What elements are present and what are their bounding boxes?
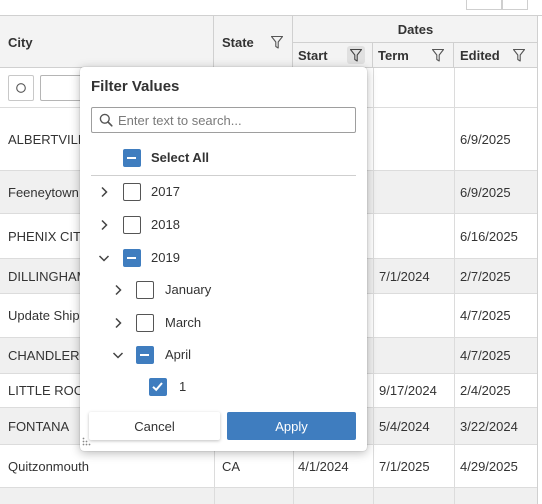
toolbar-strip (0, 0, 542, 16)
column-header-state[interactable]: State (214, 16, 293, 68)
search-icon (99, 113, 113, 130)
apply-button[interactable]: Apply (227, 412, 356, 440)
cell-term (373, 171, 454, 213)
cell-term (373, 108, 454, 170)
column-header-start-label: Start (298, 48, 328, 63)
checkmark-icon (152, 382, 163, 392)
column-header-term[interactable]: Term (373, 43, 454, 68)
cell-state: CA (222, 458, 241, 474)
popup-title: Filter Values (91, 78, 180, 95)
tree-label-january[interactable]: January (165, 282, 211, 297)
search-placeholder: Enter text to search... (118, 112, 242, 128)
tree-checkbox-2017[interactable] (123, 183, 141, 201)
chevron-right-icon[interactable] (97, 185, 111, 199)
chevron-down-icon[interactable] (97, 251, 111, 265)
cell-edited: 4/7/2025 (460, 308, 511, 323)
column-group-header-dates: Dates (293, 16, 538, 43)
tree-checkbox-april[interactable] (136, 346, 154, 364)
table-row[interactable]: Quitzonmouth CA 4/1/2024 7/1/2025 4/29/2… (0, 445, 538, 488)
column-divider (373, 68, 374, 504)
table-row[interactable] (0, 488, 538, 504)
filter-icon-active[interactable] (347, 46, 365, 64)
tree-label-march[interactable]: March (165, 315, 201, 330)
column-header-edited[interactable]: Edited (454, 43, 538, 68)
cell-edited: 2/7/2025 (460, 268, 511, 284)
column-header-city[interactable]: City (0, 16, 214, 68)
chevron-right-icon[interactable] (97, 218, 111, 232)
tree-label-2019[interactable]: 2019 (151, 250, 180, 265)
tree-label-april[interactable]: April (165, 347, 191, 362)
select-all-label[interactable]: Select All (151, 150, 209, 165)
chevron-right-icon[interactable] (111, 283, 125, 297)
cell-city: Quitzonmouth (8, 458, 89, 474)
tree-checkbox-2018[interactable] (123, 216, 141, 234)
tree-label-day-1[interactable]: 1 (179, 379, 186, 394)
select-all-checkbox[interactable] (123, 149, 141, 167)
toolbar-button[interactable] (466, 0, 502, 10)
divider (91, 175, 356, 176)
cancel-button[interactable]: Cancel (89, 412, 220, 440)
column-header-edited-label: Edited (460, 48, 500, 63)
cell-term: 7/1/2024 (379, 268, 430, 284)
filter-values-popup: Filter Values Enter text to search... Se… (80, 67, 367, 451)
cell-edited: 3/22/2024 (460, 418, 518, 434)
tree-checkbox-day-1[interactable] (149, 378, 167, 396)
cell-edited: 4/7/2025 (460, 348, 511, 363)
filter-icon[interactable] (429, 46, 447, 64)
resize-grip-icon[interactable] (82, 434, 92, 449)
tree-label-2017[interactable]: 2017 (151, 184, 180, 199)
cell-term: 9/17/2024 (379, 383, 437, 398)
filter-search-input[interactable]: Enter text to search... (91, 107, 356, 133)
chevron-right-icon[interactable] (111, 316, 125, 330)
tree-checkbox-march[interactable] (136, 314, 154, 332)
tree-label-2018[interactable]: 2018 (151, 217, 180, 232)
filter-operator-button[interactable] (8, 75, 34, 101)
tree-checkbox-2019[interactable] (123, 249, 141, 267)
cell-term: 7/1/2025 (379, 458, 430, 474)
column-divider (537, 16, 538, 504)
tree-checkbox-january[interactable] (136, 281, 154, 299)
cell-edited: 2/4/2025 (460, 383, 511, 398)
filter-icon[interactable] (510, 46, 528, 64)
cell-edited: 6/9/2025 (460, 184, 511, 200)
column-header-state-label: State (222, 35, 254, 50)
filter-icon[interactable] (268, 33, 286, 51)
cell-term (373, 294, 454, 337)
column-header-term-label: Term (378, 48, 409, 63)
cell-term (373, 338, 454, 373)
chevron-down-icon[interactable] (111, 348, 125, 362)
column-header-start[interactable]: Start (293, 43, 373, 68)
cell-start: 4/1/2024 (298, 458, 349, 474)
column-divider (454, 68, 455, 504)
cell-term (373, 214, 454, 258)
cell-edited: 4/29/2025 (460, 458, 518, 474)
column-header-city-label: City (8, 35, 33, 50)
cell-term: 5/4/2024 (379, 418, 430, 434)
toolbar-button[interactable] (502, 0, 528, 10)
column-group-header-dates-label: Dates (397, 22, 434, 37)
cell-edited: 6/16/2025 (460, 228, 518, 244)
cell-edited: 6/9/2025 (460, 131, 511, 147)
